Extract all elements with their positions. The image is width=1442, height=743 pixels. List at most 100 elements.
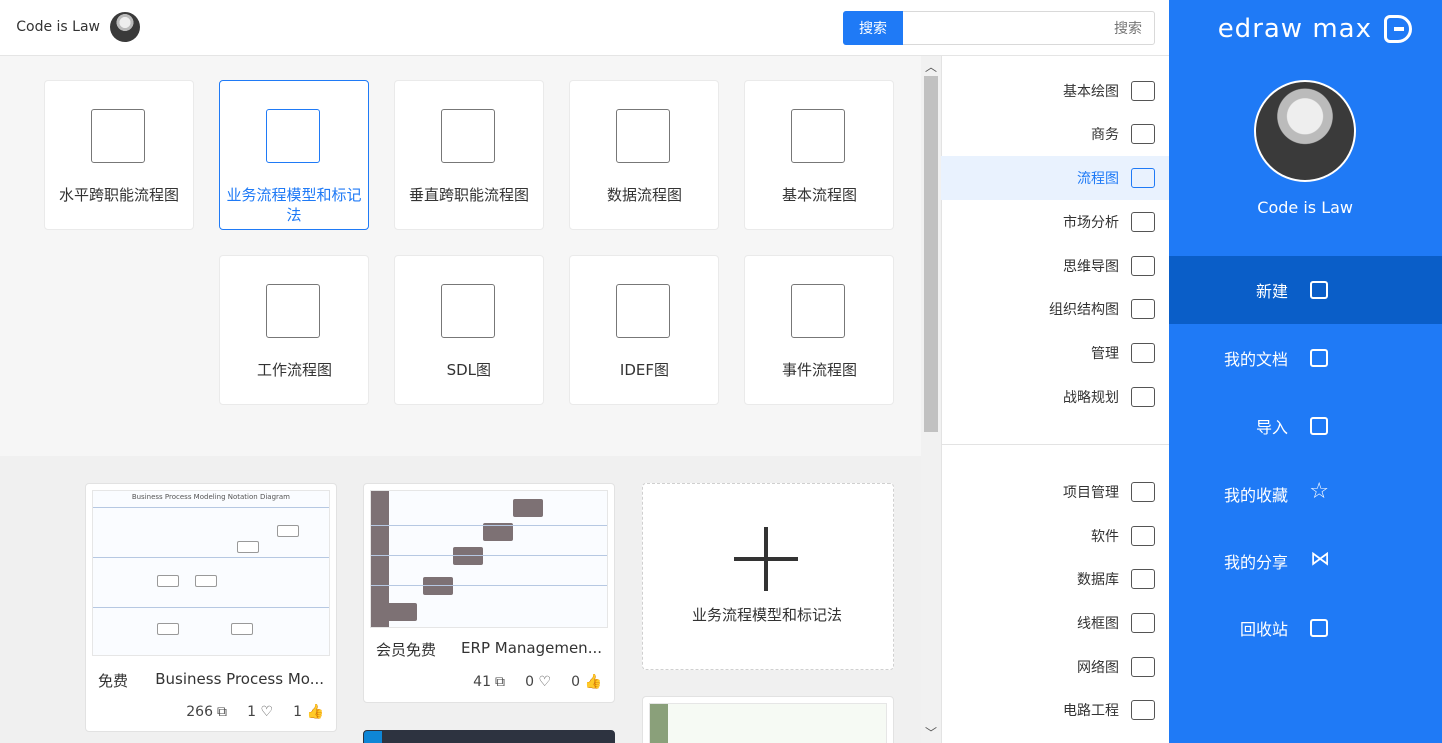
- example-title-row: Business Process Mo... 免费: [98, 670, 324, 691]
- app-logo[interactable]: edraw max: [1218, 12, 1412, 46]
- share-icon: [1310, 552, 1328, 570]
- template-card[interactable]: 数据流程图: [569, 80, 719, 230]
- mirrored-layout: edraw max Code is Law 新建 我的文档 导入 我的收藏 我的…: [0, 0, 1442, 743]
- briefcase-icon: [1131, 124, 1155, 144]
- category-mind-map[interactable]: 思维导图: [941, 244, 1169, 288]
- nav-label: 我的收藏: [1223, 486, 1288, 505]
- template-card[interactable]: 基本流程图: [744, 80, 894, 230]
- edraw-logo-icon: [1384, 15, 1412, 43]
- template-label: 垂直跨职能流程图: [409, 186, 530, 204]
- diagram-shape: [513, 499, 543, 517]
- template-card[interactable]: 垂直跨职能流程图: [394, 80, 544, 230]
- example-title: Business Process Mo...: [155, 670, 324, 688]
- trash-icon: [1310, 619, 1328, 637]
- circuit-icon: [1131, 700, 1155, 720]
- favorite-count[interactable]: ♡ 1: [247, 704, 273, 720]
- new-diagram-label: 业务流程模型和标记法: [692, 606, 843, 624]
- category-market-analysis[interactable]: 市场分析: [941, 200, 1169, 244]
- like-count[interactable]: 👍 0: [571, 674, 602, 690]
- search-input[interactable]: [903, 12, 1154, 44]
- horizontal-swimlane-icon: [91, 109, 145, 163]
- flowchart-icon: [1131, 168, 1155, 188]
- wireframe-icon: [1131, 613, 1155, 633]
- plus-square-icon: [1310, 281, 1328, 299]
- scrollbar-thumb[interactable]: [924, 76, 938, 432]
- diagram-shape: [231, 623, 253, 635]
- example-card[interactable]: [642, 696, 894, 743]
- main-sidebar: edraw max Code is Law 新建 我的文档 导入 我的收藏 我的…: [1169, 0, 1442, 743]
- template-card[interactable]: 事件流程图: [744, 255, 894, 405]
- template-card[interactable]: SDL图: [394, 255, 544, 405]
- favorite-count[interactable]: ♡ 0: [525, 674, 551, 690]
- diagram-shape: [277, 525, 299, 537]
- bar-chart-icon: [1131, 212, 1155, 232]
- category-circuit[interactable]: 电路工程: [941, 688, 1169, 732]
- document-icon: [1310, 349, 1328, 367]
- template-card[interactable]: IDEF图: [569, 255, 719, 405]
- category-wireframe[interactable]: 线框图: [941, 601, 1169, 645]
- category-org-chart[interactable]: 组织结构图: [941, 287, 1169, 331]
- category-flowchart[interactable]: 流程图: [941, 156, 1169, 200]
- data-flow-icon: [616, 109, 670, 163]
- diagram-shape: [157, 623, 179, 635]
- top-user-name: Code is Law: [16, 19, 100, 35]
- nav-item-import[interactable]: 导入: [1169, 392, 1442, 460]
- template-card[interactable]: 工作流程图: [219, 255, 369, 405]
- nav-item-trash[interactable]: 回收站: [1169, 594, 1442, 662]
- scroll-down-arrow-icon[interactable]: ﹀: [925, 724, 937, 741]
- template-label: 基本流程图: [781, 186, 857, 204]
- example-card[interactable]: Business Process Modeling Notation Diagr…: [85, 483, 337, 732]
- top-user-menu[interactable]: Code is Law: [16, 12, 140, 42]
- avatar[interactable]: [1254, 80, 1356, 182]
- scroll-up-arrow-icon[interactable]: ︿: [925, 58, 937, 75]
- nav-item-new[interactable]: 新建: [1169, 256, 1442, 324]
- search-button[interactable]: 搜索: [843, 11, 903, 45]
- shapes-icon: [1131, 81, 1155, 101]
- new-blank-diagram-card[interactable]: 业务流程模型和标记法: [642, 483, 894, 670]
- category-strategy[interactable]: 战略规划: [941, 375, 1169, 419]
- category-network[interactable]: 网络图: [941, 645, 1169, 689]
- template-card-selected[interactable]: 业务流程模型和标记法: [219, 80, 369, 230]
- template-grid: 基本流程图 数据流程图 垂直跨职能流程图 业务流程模型和标记法 水平跨职能流程图…: [0, 56, 921, 456]
- sdl-icon: [441, 284, 495, 338]
- logo-text: edraw max: [1217, 14, 1372, 44]
- lane-line: [371, 585, 607, 586]
- lane-line: [93, 507, 329, 508]
- lane-line: [371, 555, 607, 556]
- category-management[interactable]: 管理: [941, 331, 1169, 375]
- price-tag: 免费: [98, 672, 129, 690]
- swimlane-header: [364, 731, 382, 743]
- like-count[interactable]: 👍 1: [293, 704, 324, 720]
- category-database[interactable]: 数据库: [941, 557, 1169, 601]
- copy-count[interactable]: ⧉ 266: [186, 704, 227, 720]
- network-icon: [1131, 657, 1155, 677]
- diagram-shape: [195, 575, 217, 587]
- example-thumbnail: [649, 703, 887, 743]
- nav-item-my-documents[interactable]: 我的文档: [1169, 324, 1442, 392]
- example-card[interactable]: ERP Managemen... 会员免费 👍 0 ♡ 0 ⧉ 41: [363, 483, 615, 703]
- scrollbar[interactable]: ︿ ﹀: [921, 56, 941, 743]
- nav-item-favorites[interactable]: 我的收藏: [1169, 460, 1442, 528]
- template-card[interactable]: 水平跨职能流程图: [44, 80, 194, 230]
- category-project-management[interactable]: 项目管理: [941, 470, 1169, 514]
- example-title-row: ERP Managemen... 会员免费: [376, 639, 602, 660]
- template-label: 工作流程图: [256, 361, 332, 379]
- vertical-swimlane-icon: [441, 109, 495, 163]
- category-basic-drawing[interactable]: 基本绘图: [941, 69, 1169, 113]
- nav-item-shared[interactable]: 我的分享: [1169, 527, 1442, 595]
- diagram-shape: [237, 541, 259, 553]
- copy-count[interactable]: ⧉ 41: [473, 674, 505, 690]
- avatar: [109, 12, 140, 42]
- gear-person-icon: [1131, 343, 1155, 363]
- plus-icon: [734, 527, 798, 591]
- category-software[interactable]: 软件: [941, 514, 1169, 558]
- category-business[interactable]: 商务: [941, 112, 1169, 156]
- template-label: 水平跨职能流程图: [59, 186, 180, 204]
- diagram-shape: [423, 577, 453, 595]
- diagram-shape: [387, 603, 417, 621]
- example-card[interactable]: [363, 730, 615, 743]
- divider: [941, 444, 1169, 445]
- bpmn-icon: [266, 109, 320, 163]
- template-label: 事件流程图: [781, 361, 857, 379]
- nav-label: 导入: [1255, 418, 1288, 437]
